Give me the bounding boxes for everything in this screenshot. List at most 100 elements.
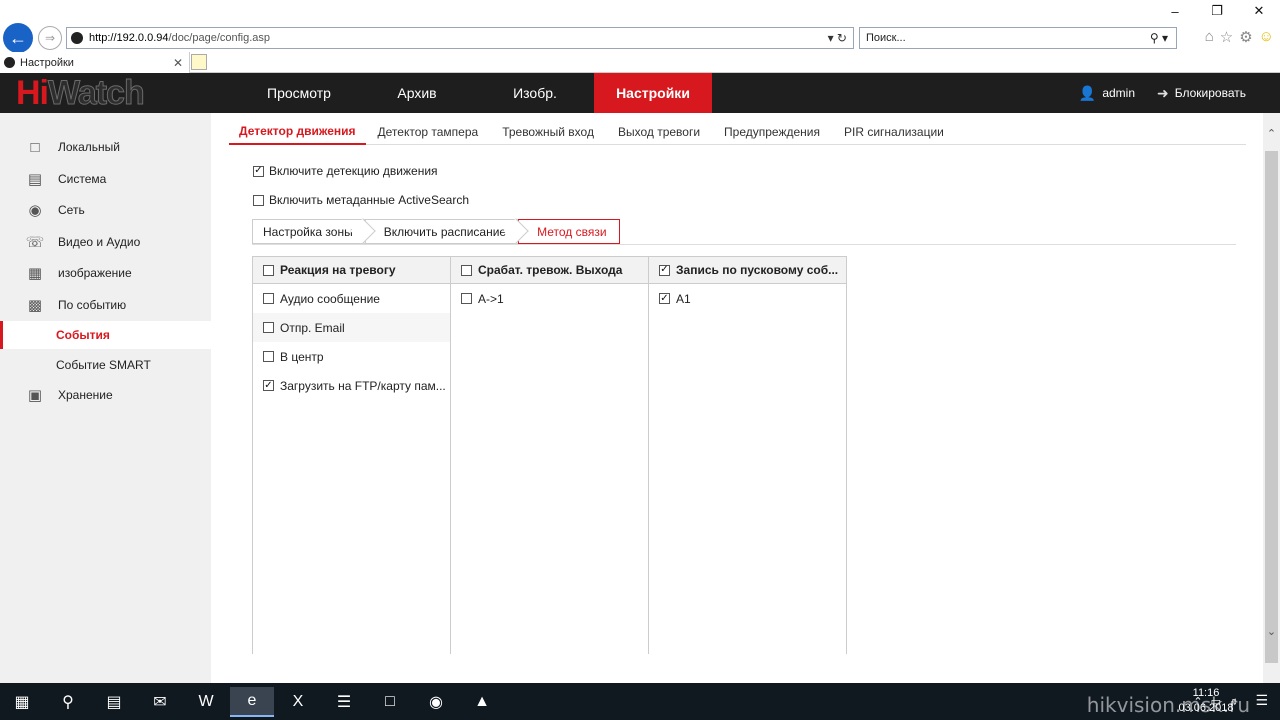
- smiley-feedback-icon[interactable]: ☺: [1259, 28, 1274, 46]
- nav-configuration[interactable]: Настройки: [594, 73, 712, 113]
- outlook-icon[interactable]: ✉: [138, 687, 182, 717]
- page-scrollbar[interactable]: ⌃ ⌄: [1263, 113, 1280, 683]
- sidebar-item-network[interactable]: ◉ Сеть: [0, 195, 211, 225]
- row-label: Загрузить на FTP/карту пам...: [280, 378, 446, 393]
- url-input[interactable]: http://192.0.0.94/doc/page/config.asp ▾ …: [66, 27, 854, 49]
- main-content: Детектор движения Детектор тампера Трево…: [211, 113, 1263, 683]
- window-titlebar: – ❐ ✕: [0, 0, 1280, 22]
- row-label: Отпр. Email: [280, 320, 345, 335]
- tab-tamper-detection[interactable]: Детектор тампера: [366, 119, 491, 145]
- sidebar-item-image[interactable]: ▦ изображение: [0, 258, 211, 288]
- sidebar-item-label: Локальный: [58, 140, 120, 154]
- search-taskbar-icon[interactable]: ⚲: [46, 687, 90, 717]
- list-item[interactable]: В центр: [253, 342, 450, 371]
- task-view-icon[interactable]: ▤: [92, 687, 136, 717]
- user-menu[interactable]: 👤 admin: [1079, 85, 1135, 102]
- refresh-icon[interactable]: ▾ ↻: [828, 31, 847, 45]
- sidebar-item-video-audio[interactable]: ☏ Видео и Аудио: [0, 227, 211, 257]
- logout-button[interactable]: ➜ Блокировать: [1157, 85, 1246, 102]
- sidebar-item-label: Сеть: [58, 203, 85, 217]
- nav-playback[interactable]: Архив: [358, 73, 476, 113]
- word-icon[interactable]: W: [184, 687, 228, 717]
- scrollbar-thumb[interactable]: [1265, 151, 1278, 663]
- search-input[interactable]: Поиск... ⚲ ▾: [859, 27, 1177, 49]
- site-favicon-icon: [71, 32, 83, 44]
- enable-meta-label: Включить метаданные ActiveSearch: [269, 193, 469, 207]
- favorites-star-icon[interactable]: ☆: [1220, 28, 1233, 46]
- minimize-button[interactable]: –: [1154, 0, 1196, 22]
- row-label: В центр: [280, 349, 324, 364]
- row-checkbox[interactable]: [263, 322, 274, 333]
- nav-live-view[interactable]: Просмотр: [240, 73, 358, 113]
- tab-pir-alarm[interactable]: PIR сигнализации: [832, 119, 956, 145]
- row-checkbox[interactable]: ✓: [659, 293, 670, 304]
- address-bar-row: ← ⇒ http://192.0.0.94/doc/page/config.as…: [0, 22, 1280, 53]
- column-header-checkbox[interactable]: [263, 264, 274, 276]
- start-windows-icon[interactable]: ▦: [0, 687, 44, 717]
- sidebar-item-system[interactable]: ▤ Система: [0, 164, 211, 194]
- enable-motion-checkbox[interactable]: ✓: [253, 165, 264, 177]
- sidebar-item-local[interactable]: □ Локальный: [0, 132, 211, 162]
- settings-gear-icon[interactable]: ⚙: [1239, 28, 1252, 46]
- sidebar-item-label: По событию: [58, 298, 127, 312]
- app-header: HiWatch Просмотр Архив Изобр. Настройки …: [0, 73, 1280, 113]
- scroll-up-icon[interactable]: ⌃: [1263, 125, 1280, 142]
- excel-icon[interactable]: X: [276, 687, 320, 717]
- sidebar-item-smart-event[interactable]: Событие SMART: [0, 351, 211, 379]
- browser-tabs: Настройки ✕: [0, 52, 1280, 73]
- enable-meta-option[interactable]: Включить метаданные ActiveSearch: [253, 193, 469, 207]
- column-header-checkbox[interactable]: [461, 264, 472, 276]
- list-item[interactable]: Отпр. Email: [253, 313, 450, 342]
- tab-motion-detection[interactable]: Детектор движения: [229, 119, 366, 145]
- tab-alarm-input[interactable]: Тревожный вход: [490, 119, 606, 145]
- list-item[interactable]: Аудио сообщение: [253, 284, 450, 313]
- monitor-icon: □: [30, 138, 40, 156]
- tab-exception[interactable]: Предупреждения: [712, 119, 832, 145]
- sidebar-item-basic-event[interactable]: События: [0, 321, 211, 349]
- step-area-settings[interactable]: Настройка зоны: [252, 218, 376, 244]
- restore-button[interactable]: ❐: [1196, 0, 1238, 22]
- step-arming-schedule[interactable]: Включить расписание: [364, 218, 529, 244]
- row-checkbox[interactable]: [263, 293, 274, 304]
- row-checkbox[interactable]: [263, 351, 274, 362]
- system-icon: ▤: [27, 171, 43, 188]
- row-checkbox[interactable]: ✓: [263, 380, 274, 391]
- chrome-icon[interactable]: ◉: [414, 687, 458, 717]
- notepad-icon[interactable]: ☰: [322, 687, 366, 717]
- list-item[interactable]: ✓ A1: [649, 284, 846, 313]
- new-tab-button[interactable]: [191, 54, 207, 70]
- sidebar-item-storage[interactable]: ▣ Хранение: [0, 380, 211, 410]
- search-placeholder: Поиск...: [866, 32, 906, 44]
- scroll-down-icon[interactable]: ⌄: [1263, 623, 1280, 640]
- nav-picture[interactable]: Изобр.: [476, 73, 594, 113]
- column-header: ✓ Запись по пусковому соб...: [649, 256, 846, 284]
- column-header-label: Реакция на тревогу: [280, 263, 396, 277]
- column-header-checkbox[interactable]: ✓: [659, 264, 670, 276]
- home-icon[interactable]: ⌂: [1205, 28, 1214, 46]
- tab-close-icon[interactable]: ✕: [173, 56, 183, 70]
- enable-meta-checkbox[interactable]: [253, 194, 264, 206]
- tab-alarm-output[interactable]: Выход тревоги: [606, 119, 712, 145]
- internet-explorer-icon[interactable]: e: [230, 687, 274, 717]
- tab-settings[interactable]: Настройки ✕: [0, 52, 190, 73]
- notification-icon[interactable]: ☰: [1255, 692, 1268, 709]
- file-explorer-icon[interactable]: □: [368, 687, 412, 717]
- close-button[interactable]: ✕: [1238, 0, 1280, 22]
- enable-motion-option[interactable]: ✓ Включите детекцию движения: [253, 164, 438, 178]
- back-button[interactable]: ←: [3, 23, 33, 53]
- column-header: Срабат. тревож. Выхода: [451, 256, 648, 284]
- sidebar-item-label: Хранение: [58, 388, 113, 402]
- forward-button[interactable]: ⇒: [38, 26, 62, 50]
- event-subtabs: Детектор движения Детектор тампера Трево…: [229, 119, 1246, 145]
- list-item[interactable]: A->1: [451, 284, 648, 313]
- hiwatch-logo: HiWatch: [16, 74, 145, 113]
- list-item[interactable]: ✓ Загрузить на FTP/карту пам...: [253, 371, 450, 400]
- app-window-icon[interactable]: ▲: [460, 687, 504, 717]
- config-steps: Настройка зоны Включить расписание Метод…: [252, 218, 1236, 245]
- column-header-label: Срабат. тревож. Выхода: [478, 263, 623, 277]
- column-header: Реакция на тревогу: [253, 256, 450, 284]
- sidebar-item-event[interactable]: ▩ По событию: [0, 290, 211, 320]
- row-checkbox[interactable]: [461, 293, 472, 304]
- search-icon[interactable]: ⚲ ▾: [1150, 31, 1168, 45]
- step-linkage-method[interactable]: Метод связи: [518, 219, 620, 244]
